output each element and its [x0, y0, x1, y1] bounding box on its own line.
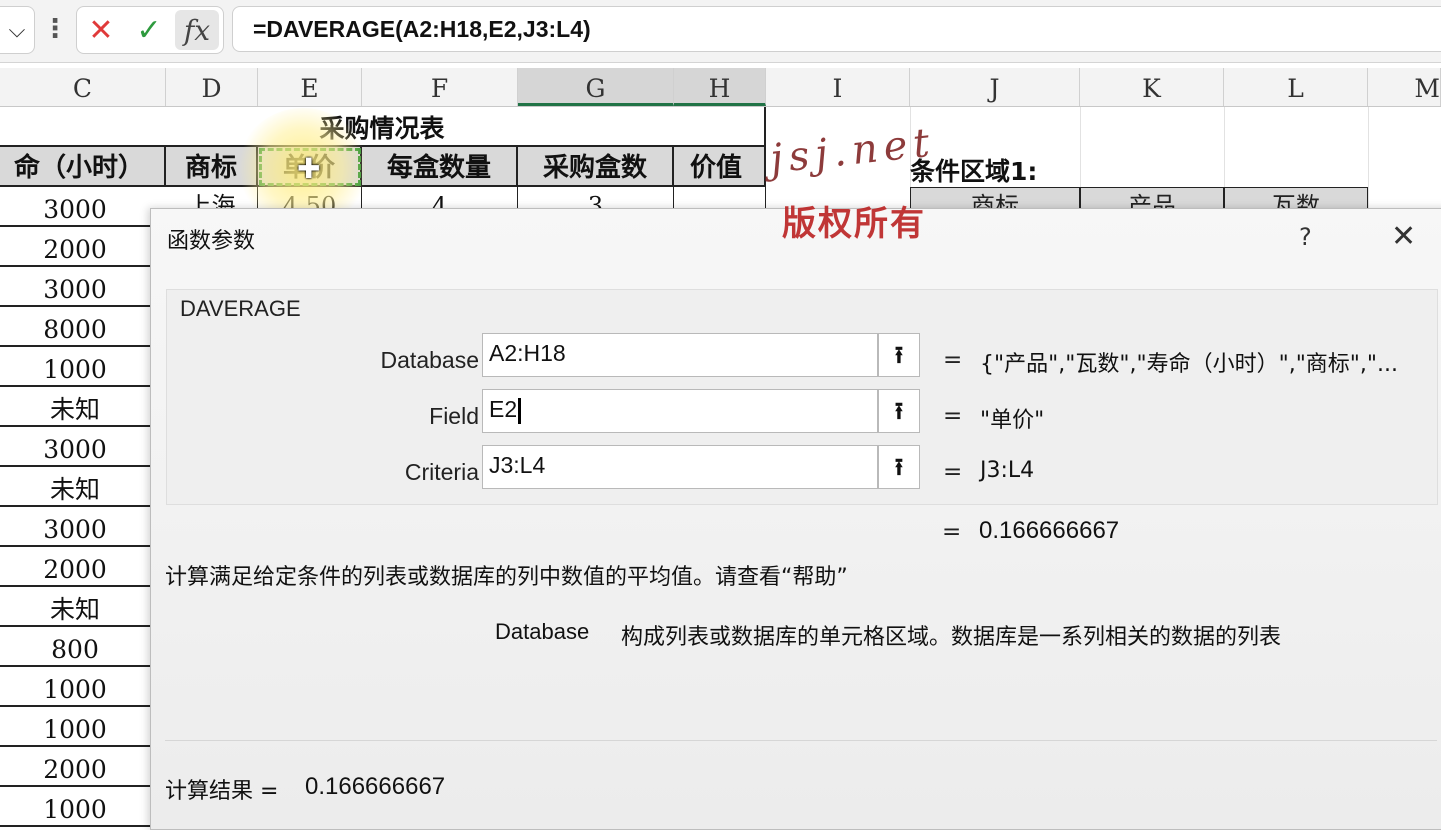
life-cell[interactable]: 1000 — [0, 787, 150, 827]
database-input[interactable]: A2:H18 — [482, 333, 878, 377]
arg-label-database: Database — [380, 347, 479, 373]
cell-select-cursor-icon: ✚ — [297, 152, 321, 185]
criteria-input[interactable]: J3:L4 — [482, 445, 878, 489]
field-input[interactable]: E2 — [482, 389, 878, 433]
arg-equals: = — [943, 459, 963, 485]
help-icon[interactable]: ? — [1299, 223, 1312, 251]
header-boxes[interactable]: 采购盒数 — [518, 147, 674, 187]
arg-value-database: {"产品","瓦数","寿命（小时）","商标","... — [980, 352, 1399, 377]
header-life[interactable]: 命（小时） — [0, 147, 166, 187]
header-per-box[interactable]: 每盒数量 — [362, 147, 518, 187]
life-cell[interactable]: 未知 — [0, 467, 150, 507]
header-brand[interactable]: 商标 — [166, 147, 258, 187]
watermark-copyright: 版权所有 — [782, 204, 926, 244]
function-description: 计算满足给定条件的列表或数据库的列中数值的平均值。请查看“帮助” — [165, 565, 848, 590]
table-title-cell[interactable]: 采购情况表 — [0, 107, 766, 147]
name-box-dropdown-icon[interactable]: ⌵ — [0, 6, 35, 54]
column-header-m[interactable]: M — [1368, 68, 1441, 106]
column-header-c[interactable]: C — [0, 68, 166, 106]
life-cell[interactable]: 2000 — [0, 747, 150, 787]
arg-equals: = — [943, 347, 963, 373]
argument-help-text: 构成列表或数据库的单元格区域。数据库是一系列相关的数据的列表 — [621, 625, 1282, 650]
enter-check-icon[interactable]: ✓ — [127, 10, 171, 50]
criteria-collapse-ref-icon[interactable]: ⭱ — [878, 445, 920, 489]
dialog-title: 函数参数 — [167, 229, 256, 254]
arg-label-field: Field — [429, 403, 479, 429]
life-cell[interactable]: 1000 — [0, 707, 150, 747]
column-header-i[interactable]: I — [766, 68, 910, 106]
arg-value-field: "单价" — [980, 408, 1045, 433]
column-header-g[interactable]: G — [518, 68, 674, 106]
life-cell[interactable]: 3000 — [0, 427, 150, 467]
life-cell[interactable]: 未知 — [0, 387, 150, 427]
calc-result-value: 0.166666667 — [305, 773, 446, 800]
arg-equals: = — [943, 403, 963, 429]
life-cell[interactable]: 2000 — [0, 227, 150, 267]
header-value[interactable]: 价值 — [674, 147, 766, 187]
more-options-icon[interactable]: ⋮ — [42, 6, 68, 52]
column-header-e[interactable]: E — [258, 68, 362, 106]
life-cell[interactable]: 未知 — [0, 587, 150, 627]
life-cell[interactable]: 1000 — [0, 667, 150, 707]
life-cell[interactable]: 2000 — [0, 547, 150, 587]
column-header-l[interactable]: L — [1224, 68, 1368, 106]
argument-help-name: Database — [495, 619, 590, 644]
life-cell[interactable]: 8000 — [0, 307, 150, 347]
calc-result-label: 计算结果 = — [165, 779, 279, 804]
column-header-h[interactable]: H — [674, 68, 766, 106]
formula-input[interactable]: =DAVERAGE(A2:H18,E2,J3:L4) — [232, 6, 1441, 52]
formula-buttons: ✕ ✓ fx — [76, 6, 224, 54]
cancel-icon[interactable]: ✕ — [79, 10, 123, 50]
result-equals: = — [942, 519, 962, 545]
function-arguments-dialog: 函数参数 ? ✕ DAVERAGE Database A2:H18 ⭱ = {"… — [150, 208, 1441, 830]
criteria-title[interactable]: 条件区域1: — [910, 152, 1210, 188]
column-header-f[interactable]: F — [362, 68, 518, 106]
formula-bar: ⌵ ⋮ ✕ ✓ fx =DAVERAGE(A2:H18,E2,J3:L4) — [0, 0, 1441, 63]
arg-value-criteria: J3:L4 — [980, 458, 1035, 483]
field-collapse-ref-icon[interactable]: ⭱ — [878, 389, 920, 433]
field-input-text: E2 — [489, 396, 518, 422]
function-name: DAVERAGE — [180, 296, 301, 321]
column-header-d[interactable]: D — [166, 68, 258, 106]
column-header-k[interactable]: K — [1080, 68, 1224, 106]
result-value: 0.166666667 — [979, 517, 1120, 544]
close-icon[interactable]: ✕ — [1391, 219, 1416, 254]
text-caret — [518, 397, 522, 424]
insert-function-button[interactable]: fx — [175, 10, 219, 50]
dialog-separator — [165, 740, 1437, 741]
life-cell[interactable]: 3000 — [0, 507, 150, 547]
life-cell[interactable]: 3000 — [0, 267, 150, 307]
column-header-j[interactable]: J — [910, 68, 1080, 106]
life-cell[interactable]: 800 — [0, 627, 150, 667]
database-collapse-ref-icon[interactable]: ⭱ — [878, 333, 920, 377]
life-cell[interactable]: 1000 — [0, 347, 150, 387]
arguments-group: DAVERAGE Database A2:H18 ⭱ = {"产品","瓦数",… — [166, 289, 1438, 505]
life-cell[interactable]: 3000 — [0, 187, 150, 227]
column-headers: C D E F G H I J K L M — [0, 68, 1441, 107]
arg-label-criteria: Criteria — [404, 459, 479, 485]
